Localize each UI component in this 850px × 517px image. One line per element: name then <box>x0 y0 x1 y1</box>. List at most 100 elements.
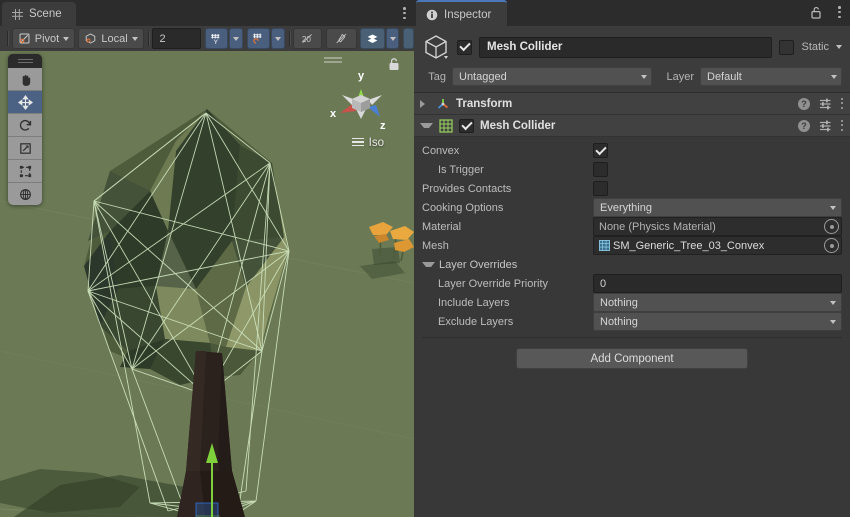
chevron-down-icon <box>641 75 647 79</box>
cooking-options-dropdown[interactable]: Everything <box>593 198 842 217</box>
projection-mode-label-group[interactable]: Iso <box>352 137 384 149</box>
layer-dropdown[interactable]: Default <box>700 67 842 86</box>
property-label-is-trigger: Is Trigger <box>422 164 484 176</box>
gameobject-enabled-checkbox[interactable] <box>457 40 472 55</box>
component-header-mesh-collider[interactable]: Mesh Collider ? <box>414 115 850 137</box>
handle-space-button[interactable]: Local <box>78 28 143 49</box>
tab-inspector[interactable]: Inspector <box>416 0 507 28</box>
move-tool-button[interactable] <box>8 91 42 114</box>
info-circle-icon <box>426 9 438 21</box>
inspector-menu-kebab-icon[interactable] <box>838 6 841 19</box>
is-trigger-checkbox[interactable] <box>593 162 608 177</box>
gameobject-name-input[interactable]: Mesh Collider <box>479 37 772 58</box>
property-row-mesh: Mesh SM_Generic_Tree_03_Convex <box>422 236 842 255</box>
preset-sliders-icon[interactable] <box>819 119 832 132</box>
transform-icon <box>18 187 33 202</box>
audio-mute-icon: 20 <box>301 32 314 45</box>
tool-palette-drag-handle[interactable] <box>8 54 42 68</box>
object-picker-icon[interactable] <box>824 238 839 253</box>
help-circle-icon[interactable]: ? <box>798 98 810 110</box>
exclude-layers-dropdown[interactable]: Nothing <box>593 312 842 331</box>
layer-label: Layer <box>658 71 694 83</box>
audio-toggle-button[interactable]: 20 <box>293 28 322 49</box>
rect-tool-button[interactable] <box>8 160 42 183</box>
gizmo-x-label: x <box>330 108 337 120</box>
property-label-cooking-options: Cooking Options <box>422 202 503 214</box>
scale-icon <box>18 141 33 156</box>
tag-value: Untagged <box>459 71 507 83</box>
mesh-object-field[interactable]: SM_Generic_Tree_03_Convex <box>593 236 842 255</box>
toolbar-divider <box>7 31 8 46</box>
scene-tool-palette <box>8 54 42 205</box>
move-icon <box>18 95 33 110</box>
hash-grid-icon <box>12 9 23 20</box>
static-label: Static <box>801 41 829 53</box>
tab-scene[interactable]: Scene <box>2 2 76 26</box>
include-layers-value: Nothing <box>600 297 638 309</box>
layer-overrides-label: Layer Overrides <box>439 259 517 271</box>
tag-dropdown[interactable]: Untagged <box>452 67 652 86</box>
add-component-button[interactable]: Add Component <box>516 348 748 369</box>
grid-snapping-dropdown[interactable] <box>229 28 243 49</box>
transform-tool-button[interactable] <box>8 183 42 205</box>
chevron-down-icon <box>63 37 69 41</box>
component-menu-kebab-icon[interactable] <box>841 98 844 110</box>
transform-axis-icon <box>436 97 450 111</box>
component-header-transform[interactable]: Transform ? <box>414 93 850 115</box>
lock-open-glyph <box>811 6 822 19</box>
layer-value: Default <box>707 71 742 83</box>
object-picker-icon[interactable] <box>824 219 839 234</box>
property-label-include-layers: Include Layers <box>422 297 510 309</box>
rotate-tool-button[interactable] <box>8 114 42 137</box>
material-object-field[interactable]: None (Physics Material) <box>593 217 842 236</box>
component-enabled-checkbox[interactable] <box>459 119 474 133</box>
gameobject-cube-icon <box>422 33 450 61</box>
scale-tool-button[interactable] <box>8 137 42 160</box>
grid-snapping-button[interactable]: Y <box>205 28 228 49</box>
scene-tabbar: Scene <box>0 0 414 26</box>
grid-snapping-icon: Y <box>210 32 223 45</box>
collapse-chevron-down-icon[interactable] <box>420 123 433 128</box>
scene-panel: Scene Pivot Local <box>0 0 414 517</box>
effects-toggle-button[interactable] <box>326 28 357 49</box>
grid-size-input[interactable]: 2 <box>152 28 201 49</box>
vertex-snapping-button[interactable] <box>247 28 270 49</box>
pivot-mode-button[interactable]: Pivot <box>12 28 75 49</box>
static-chevron-down-icon[interactable] <box>836 45 842 49</box>
exclude-layers-value: Nothing <box>600 316 638 328</box>
chevron-down-icon <box>830 206 836 210</box>
expand-chevron-right-icon[interactable] <box>420 100 430 108</box>
hand-icon <box>18 72 33 87</box>
unity-editor-window: Scene Pivot Local <box>0 0 850 517</box>
scene-menu-kebab-icon[interactable] <box>403 7 406 20</box>
scene-viewport[interactable]: y x z Iso <box>0 51 414 517</box>
tag-label: Tag <box>422 71 446 83</box>
include-layers-dropdown[interactable]: Nothing <box>593 293 842 312</box>
provides-contacts-checkbox[interactable] <box>593 181 608 196</box>
camera-lock-icon[interactable] <box>388 57 400 74</box>
static-checkbox[interactable] <box>779 40 794 55</box>
mesh-asset-icon <box>599 240 610 251</box>
help-circle-icon[interactable]: ? <box>798 120 810 132</box>
chevron-down-icon <box>830 320 836 324</box>
gizmo-y-label: y <box>358 70 365 82</box>
inspector-lock-icon[interactable] <box>811 6 822 22</box>
property-row-material: Material None (Physics Material) <box>422 217 842 236</box>
layer-overrides-chevron-down-icon[interactable] <box>422 262 435 267</box>
pivot-icon <box>18 32 31 45</box>
chevron-down-icon <box>390 37 396 41</box>
preset-sliders-icon[interactable] <box>819 97 832 110</box>
mesh-value: SM_Generic_Tree_03_Convex <box>613 240 764 252</box>
layer-override-priority-input[interactable]: 0 <box>593 274 842 293</box>
camera-settings-button[interactable] <box>403 28 414 49</box>
component-menu-kebab-icon[interactable] <box>841 120 844 132</box>
scene-visibility-dropdown[interactable] <box>386 28 400 49</box>
vertex-snapping-dropdown[interactable] <box>271 28 285 49</box>
component-name-mesh-collider: Mesh Collider <box>480 120 555 132</box>
hand-tool-button[interactable] <box>8 68 42 91</box>
material-value: None (Physics Material) <box>599 221 716 233</box>
convex-checkbox[interactable] <box>593 143 608 158</box>
vertex-snapping-icon <box>252 32 265 45</box>
scene-visibility-button[interactable] <box>360 28 385 49</box>
layer-overrides-header[interactable]: Layer Overrides <box>422 255 842 274</box>
